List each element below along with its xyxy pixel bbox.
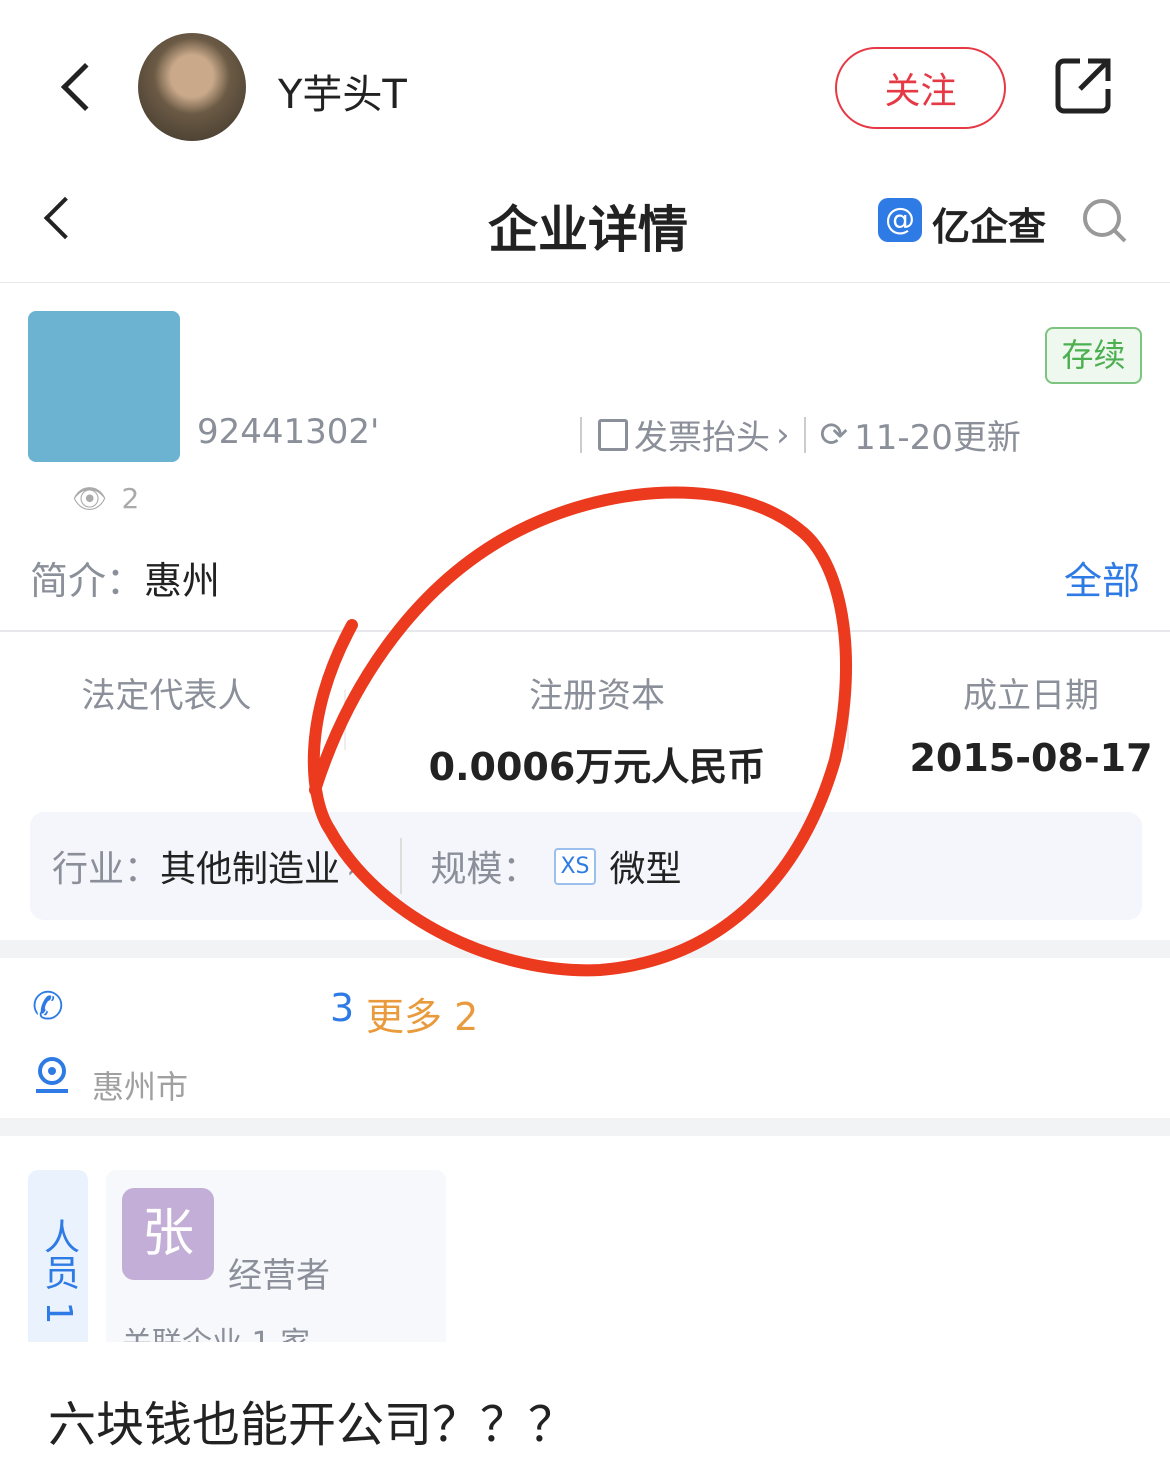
username[interactable]: Y芋头T: [278, 62, 407, 120]
scale-label: 规模：: [430, 849, 539, 890]
eye-icon: 👁: [72, 482, 108, 515]
back-icon[interactable]: [60, 62, 110, 112]
person-role: 经营者: [228, 1256, 330, 1296]
post-caption-text: 六块钱也能开公司？？？: [48, 1397, 577, 1453]
brand-logo-icon: @: [878, 198, 922, 242]
credit-code: 92441302': [197, 412, 380, 452]
avatar[interactable]: [138, 33, 246, 141]
refresh-icon: ⟳: [819, 414, 849, 455]
intro-text: 惠州: [144, 559, 221, 603]
founded-date-value: 2015-08-17: [909, 736, 1153, 780]
scale-value: 微型: [609, 849, 682, 890]
person-card[interactable]: 张 经营者 关联企业 1 家: [106, 1170, 446, 1342]
person-avatar: 张: [122, 1188, 214, 1280]
people-tab[interactable]: 人员 1: [28, 1170, 88, 1342]
invoice-icon: [598, 418, 628, 451]
more-phones-link[interactable]: 更多 2: [366, 986, 478, 1041]
chevron-right-icon: ›: [776, 414, 790, 455]
registered-capital-value: 0.0006万元人民币: [428, 745, 766, 789]
follow-button[interactable]: 关注: [835, 47, 1006, 129]
update-label: 11-20更新: [854, 418, 1021, 458]
legal-rep-label: 法定代表人: [81, 676, 252, 716]
industry-label: 行业：: [52, 849, 161, 890]
share-icon[interactable]: [1052, 55, 1114, 117]
page-title: 企业详情: [488, 201, 688, 259]
phone-icon: ✆: [32, 984, 64, 1028]
phone-number[interactable]: 3: [330, 986, 354, 1030]
search-icon[interactable]: [1080, 196, 1130, 246]
industry-value[interactable]: 其他制造业: [160, 840, 340, 892]
founded-date-label: 成立日期: [963, 676, 1099, 716]
scale-badge: XS: [554, 847, 596, 885]
invoice-link[interactable]: 发票抬头 › ⟳ 11-20更新: [580, 410, 1021, 459]
chevron-right-icon: ›: [346, 845, 361, 887]
company-logo: [28, 311, 180, 462]
view-count: 2: [121, 482, 140, 515]
registered-capital-label: 注册资本: [529, 676, 665, 716]
brand-name: 亿企查: [932, 205, 1047, 249]
intro-more-link[interactable]: 全部: [1064, 550, 1140, 605]
related-companies: 关联企业 1 家: [122, 1318, 310, 1342]
location-icon: [36, 1057, 68, 1093]
address[interactable]: 惠州市: [92, 1062, 188, 1108]
invoice-label: 发票抬头: [634, 418, 770, 458]
industry-box: 行业： 其他制造业 › 规模： XS 微型: [30, 812, 1142, 920]
intro-label: 简介：: [30, 559, 145, 603]
status-badge: 存续: [1045, 327, 1142, 384]
